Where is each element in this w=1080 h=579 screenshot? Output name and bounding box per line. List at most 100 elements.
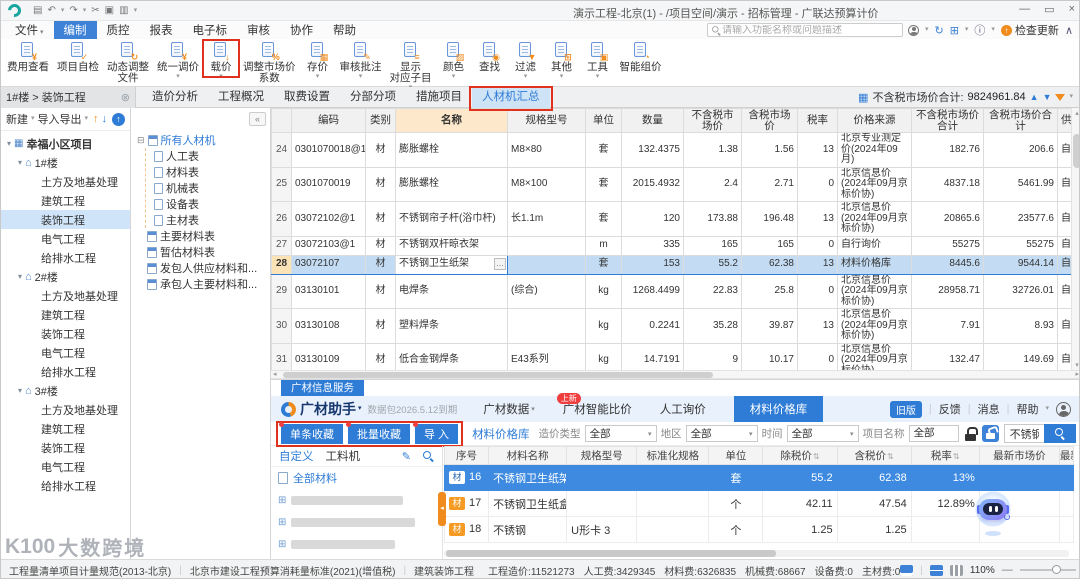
col-header-类别[interactable]: 类别 xyxy=(365,108,396,133)
undo-icon[interactable]: ↶ xyxy=(47,5,55,16)
caret-down-icon[interactable]: ▾ xyxy=(83,7,87,15)
caret-down-icon[interactable]: ▾ xyxy=(134,7,138,15)
collapse-panel-icon[interactable]: ⊗ xyxy=(121,91,130,104)
zoom-slider[interactable] xyxy=(1019,565,1076,574)
col-header-不含税市场价合计[interactable]: 不含税市场价合计 xyxy=(911,108,984,133)
material-search-input[interactable] xyxy=(1003,424,1044,443)
caret-down-icon[interactable]: ▾ xyxy=(991,26,995,34)
tool-button-save-price[interactable]: ▦ 存价 ▾ xyxy=(300,39,336,80)
gc-nav-广材数据[interactable]: 广材数据 ▾ xyxy=(483,401,535,417)
assistant-robot-icon[interactable] xyxy=(973,490,1013,540)
col-header-单位[interactable]: 单位 xyxy=(585,108,622,133)
menu-item-帮助[interactable]: 帮助 xyxy=(323,21,366,39)
tool-button-show-subitem[interactable]: ≡显示对应子目▾ xyxy=(386,39,436,91)
col-header-规格型号[interactable]: 规格型号 xyxy=(507,108,586,133)
price-hscrollbar[interactable] xyxy=(444,550,1069,557)
new-button[interactable]: 新建 xyxy=(6,111,28,127)
col-header-价格来源[interactable]: 价格来源 xyxy=(837,108,912,133)
minimize-button[interactable]: — xyxy=(1019,3,1030,16)
scroll-right-icon[interactable]: ▸ xyxy=(1075,371,1079,379)
tree-item-装饰工程[interactable]: 装饰工程 xyxy=(1,438,130,457)
tab-custom[interactable]: 自定义 xyxy=(279,448,314,464)
filter-select-时间[interactable]: 全部 ▾ xyxy=(786,425,859,442)
menu-item-电子标[interactable]: 电子标 xyxy=(183,21,238,39)
tool-button-tools[interactable]: ▣ 工具 ▾ xyxy=(580,39,616,80)
col-header-不含税市场价[interactable]: 不含税市场价 xyxy=(683,108,742,133)
tree-item-电气工程[interactable]: 电气工程 xyxy=(1,229,130,248)
table-row[interactable]: 30 03130108 材塑料焊条 kg 0.2241 35.28 39.87 13 北京信息价… xyxy=(271,308,1071,344)
tool-button-market-factor[interactable]: % 调整市场价 系数 xyxy=(239,39,300,84)
tree-item-给排水工程[interactable]: 给排水工程 xyxy=(1,476,130,495)
maximize-button[interactable]: ▭ xyxy=(1044,3,1054,16)
category-item[interactable]: ⊞ xyxy=(271,511,442,533)
tab-造价分析[interactable]: 造价分析 xyxy=(142,87,208,108)
caret-down-icon[interactable]: ▾ xyxy=(61,7,65,15)
gc-nav-广材智能比价[interactable]: 广材智能比价 上新 xyxy=(556,393,632,417)
sort-icon[interactable]: ⇅ xyxy=(887,452,894,461)
caret-down-icon[interactable]: ▾ xyxy=(965,26,969,34)
layout-single-icon[interactable] xyxy=(900,564,914,576)
zoom-slider-knob[interactable] xyxy=(1051,565,1061,574)
layout-split-icon[interactable] xyxy=(929,564,943,576)
col-header-税率[interactable]: 税率 xyxy=(797,108,838,133)
tool-button-color[interactable]: ▨ 颜色 ▾ xyxy=(436,39,472,80)
tab-取费设置[interactable]: 取费设置 xyxy=(274,87,340,108)
collapse-left-icon[interactable]: « xyxy=(249,112,266,126)
filter-select-造价类型[interactable]: 全部 ▾ xyxy=(584,425,657,442)
global-search[interactable] xyxy=(707,23,903,37)
import-export-button[interactable]: 导入导出 xyxy=(38,111,82,127)
help-link[interactable]: 帮助 xyxy=(1016,401,1038,417)
col-header-材料名称[interactable]: 材料名称 xyxy=(488,446,568,465)
tree-item-土方及地基处理[interactable]: 土方及地基处理 xyxy=(1,400,130,419)
tool-button-fee-view[interactable]: ¥ 费用查看 xyxy=(3,39,53,73)
scrollbar-thumb[interactable] xyxy=(283,372,713,378)
table-row[interactable]: 29 03130101 材电焊条 (综合) kg 1268.4499 22.83 25.8 0 北… xyxy=(271,273,1071,309)
tree-item-电气工程[interactable]: 电气工程 xyxy=(1,457,130,476)
tree-item-给排水工程[interactable]: 给排水工程 xyxy=(1,248,130,267)
user-avatar-icon[interactable] xyxy=(907,24,919,36)
col-header-编码[interactable]: 编码 xyxy=(291,108,366,133)
gc-avatar-icon[interactable] xyxy=(1056,401,1071,417)
tree-item-装饰工程[interactable]: 装饰工程 xyxy=(1,210,130,229)
rcj-item-设备表[interactable]: 设备表 xyxy=(146,196,270,212)
sort-icon[interactable]: ⇅ xyxy=(953,452,960,461)
filter-select-地区[interactable]: 全部 ▾ xyxy=(685,425,758,442)
col-header-规格型号[interactable]: 规格型号 xyxy=(566,446,638,465)
tree-item-土方及地基处理[interactable]: 土方及地基处理 xyxy=(1,286,130,305)
sync-icon[interactable]: ↻ xyxy=(934,24,943,37)
category-item[interactable]: 全部材料 xyxy=(271,467,442,489)
scrollbar-thumb[interactable] xyxy=(1073,134,1079,168)
tab-工程概况[interactable]: 工程概况 xyxy=(208,87,274,108)
col-header-税率[interactable]: 税率⇅ xyxy=(910,446,980,465)
search-icon[interactable] xyxy=(423,450,434,462)
col-header-名称[interactable]: 名称 xyxy=(395,108,508,133)
tool-button-dynamic-adjust[interactable]: ↻ 动态调整 文件 xyxy=(103,39,153,84)
tool-button-smart-pricing[interactable]: ◔ 智能组价 xyxy=(616,39,666,73)
tool-button-review-note[interactable]: ✎ 审核批注 ▾ xyxy=(336,39,386,80)
close-button[interactable]: × xyxy=(1069,3,1075,16)
tree-item-土方及地基处理[interactable]: 土方及地基处理 xyxy=(1,172,130,191)
tool-button-more[interactable]: ⊞ 其他 ▾ xyxy=(544,39,580,80)
gc-nav-人工询价[interactable]: 人工询价 xyxy=(660,401,706,417)
table-row[interactable]: 28 03072107 材不锈钢卫生纸架 … 套 153 55.2 62.38 13 材料价格库 8… xyxy=(271,254,1071,275)
expand-all-icon[interactable]: ↑ xyxy=(112,112,126,126)
rcj-item-主要材料表[interactable]: 主要材料表 xyxy=(131,228,270,244)
move-up-icon[interactable]: ▲ xyxy=(1030,92,1039,102)
search-button[interactable] xyxy=(1044,424,1076,443)
layout-columns-icon[interactable] xyxy=(949,564,963,576)
tree-item-建筑工程[interactable]: 建筑工程 xyxy=(1,419,130,438)
rcj-item-人工表[interactable]: 人工表 xyxy=(146,148,270,164)
menu-item-协作[interactable]: 协作 xyxy=(280,21,323,39)
caret-down-icon[interactable]: ▾ xyxy=(85,115,89,123)
cut-icon[interactable]: ✂ xyxy=(91,5,99,16)
rcj-root[interactable]: ⊟ 所有人材机 xyxy=(131,132,270,148)
col-header-单位[interactable]: 单位 xyxy=(708,446,764,465)
price-row[interactable]: 材 16 不锈钢卫生纸架 套 55.2 62.38 13% xyxy=(444,464,1075,491)
tree-building-3#楼[interactable]: ▾ ⌂ 3#楼 xyxy=(1,381,130,400)
caret-down-icon[interactable]: ▾ xyxy=(31,115,35,123)
paste-icon[interactable]: ▥ xyxy=(119,5,128,16)
scroll-down-icon[interactable]: ▾ xyxy=(1073,361,1079,369)
vertical-scrollbar[interactable]: ▴ ▾ xyxy=(1071,108,1079,370)
caret-down-icon[interactable]: ▾ xyxy=(1069,93,1073,101)
col-header-含税价[interactable]: 含税价⇅ xyxy=(836,446,912,465)
